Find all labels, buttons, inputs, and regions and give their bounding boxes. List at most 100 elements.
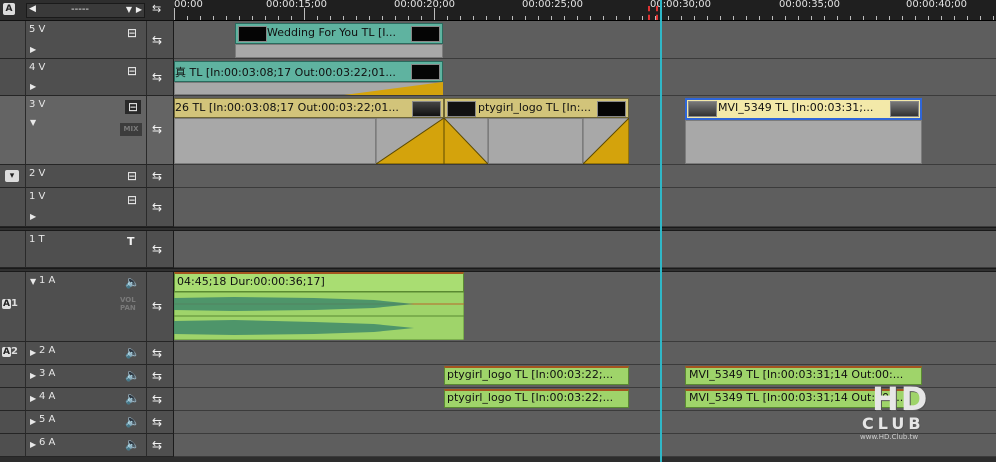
track-5v-header[interactable]: 5 V ▶ ⊟ [26, 21, 147, 59]
sync-lock-icon[interactable]: ⇆ [152, 346, 162, 360]
track-select-dropdown[interactable]: ◀ ----- ▼ ▶ [26, 3, 145, 18]
expand-icon[interactable]: ▶ [30, 348, 36, 357]
track-monitor-icon[interactable]: ⊟ [125, 100, 142, 114]
audio-channel-badge[interactable]: A2 [2, 346, 18, 357]
expand-icon[interactable]: ▶ [30, 417, 36, 426]
expand-icon[interactable]: ▶ [30, 45, 36, 54]
timeline-ruler[interactable]: 00:00 00:00:15;00 00:00:20;00 00:00:25;0… [174, 0, 996, 21]
audio-channel-badge[interactable]: A1 [2, 298, 18, 309]
track-3v-header[interactable]: 3 V ▼ ⊟ MIX [26, 96, 147, 165]
clip-v4[interactable]: 真 TL [In:00:03:08;17 Out:00:03:22;01... [174, 61, 443, 82]
track-1a-patch[interactable]: A1 [0, 272, 26, 342]
track-5v-patch[interactable] [0, 21, 26, 59]
track-6a-header[interactable]: ▶ 6 A 🔈 [26, 434, 147, 457]
track-2a-header[interactable]: ▶ 2 A 🔈 [26, 342, 147, 365]
title-track-icon[interactable]: T [127, 236, 135, 248]
track-6a-sync[interactable]: ⇆ [147, 434, 174, 457]
speaker-icon[interactable]: 🔈 [125, 276, 140, 288]
track-1t-lane[interactable] [174, 231, 996, 268]
expand-icon[interactable]: ▶ [30, 394, 36, 403]
expand-icon[interactable]: ▶ [30, 371, 36, 380]
sync-lock-icon[interactable]: ⇆ [152, 392, 162, 406]
clip-a1[interactable]: 04:45;18 Dur:00:00:36;17] [174, 272, 464, 292]
sync-lock-icon[interactable]: ⇆ [152, 200, 162, 214]
sync-lock-icon[interactable]: ⇆ [152, 415, 162, 429]
clip-v3-main[interactable]: 26 TL [In:00:03:08;17 Out:00:03:22;01... [174, 98, 444, 118]
track-3a-header[interactable]: ▶ 3 A 🔈 [26, 365, 147, 388]
track-1t-header[interactable]: 1 T T [26, 231, 147, 268]
track-2v-sync[interactable]: ⇆ [147, 165, 174, 188]
speaker-icon[interactable]: 🔈 [125, 346, 140, 358]
track-2v-patch[interactable]: ▾ [0, 165, 26, 188]
sync-lock-icon[interactable]: ⇆ [152, 70, 162, 84]
speaker-icon[interactable]: 🔈 [125, 369, 140, 381]
track-3v-sync[interactable]: ⇆ [147, 96, 174, 165]
track-1v-patch[interactable] [0, 188, 26, 227]
track-2a-patch[interactable]: A2 [0, 342, 26, 365]
transition-v3-2[interactable] [583, 118, 629, 164]
transition-wedge-v4[interactable] [344, 82, 443, 95]
track-1v-sync[interactable]: ⇆ [147, 188, 174, 227]
sync-lock-icon[interactable]: ⇆ [152, 369, 162, 383]
speaker-icon[interactable]: 🔈 [125, 415, 140, 427]
track-monitor-icon[interactable]: ⊟ [127, 27, 137, 39]
audio-waveform[interactable] [174, 292, 464, 340]
track-2v-header[interactable]: 2 V ⊟ [26, 165, 147, 188]
expand-icon[interactable]: ▶ [30, 212, 36, 221]
clip-wedding-title[interactable]: Wedding For You TL [I... [235, 23, 443, 44]
track-header-lock-badge[interactable]: A [3, 3, 15, 15]
track-4a-header[interactable]: ▶ 4 A 🔈 [26, 388, 147, 411]
sync-icon[interactable]: ⇆ [152, 2, 161, 15]
playhead-cursor[interactable] [660, 0, 662, 462]
sync-lock-icon[interactable]: ⇆ [152, 122, 162, 136]
sync-lock-icon[interactable]: ⇆ [152, 33, 162, 47]
track-1a-header[interactable]: ▼ 1 A 🔈 VOL PAN [26, 272, 147, 342]
track-monitor-icon[interactable]: ⊟ [127, 194, 137, 206]
track-4v-sync[interactable]: ⇆ [147, 59, 174, 96]
collapse-icon[interactable]: ▼ [30, 118, 36, 127]
track-6a-patch[interactable] [0, 434, 26, 457]
track-monitor-icon[interactable]: ⊟ [127, 170, 137, 182]
track-1t-sync[interactable]: ⇆ [147, 231, 174, 268]
sync-lock-icon[interactable]: ⇆ [152, 438, 162, 452]
track-4a-patch[interactable] [0, 388, 26, 411]
track-3v-patch[interactable] [0, 96, 26, 165]
sync-lock-icon[interactable]: ⇆ [152, 169, 162, 183]
collapse-icon[interactable]: ▼ [30, 277, 36, 286]
clip-v3-mvi-selected[interactable]: MVI_5349 TL [In:00:03:31;... [685, 98, 922, 120]
track-3a-sync[interactable]: ⇆ [147, 365, 174, 388]
track-2a-sync[interactable]: ⇆ [147, 342, 174, 365]
speaker-icon[interactable]: 🔈 [125, 438, 140, 450]
speaker-icon[interactable]: 🔈 [125, 392, 140, 404]
clip-v3-lower-2[interactable] [488, 118, 583, 164]
patch-indicator-icon[interactable]: ▾ [5, 170, 19, 182]
clip-label: MVI_5349 TL [In:00:03:31;... [718, 101, 874, 114]
expand-icon[interactable]: ▶ [30, 440, 36, 449]
clip-wedding-lower[interactable] [235, 44, 443, 58]
track-5a-sync[interactable]: ⇆ [147, 411, 174, 434]
clip-v3-ptygirl[interactable]: ptygirl_logo TL [In:... [444, 98, 629, 118]
sync-lock-icon[interactable]: ⇆ [152, 242, 162, 256]
track-1v-header[interactable]: 1 V ▶ ⊟ [26, 188, 147, 227]
track-3a-patch[interactable] [0, 365, 26, 388]
clip-a3-ptygirl[interactable]: ptygirl_logo TL [In:00:03:22;... [444, 366, 629, 385]
transition-v3-1[interactable] [376, 118, 488, 164]
track-5v-sync[interactable]: ⇆ [147, 21, 174, 59]
track-4v-header[interactable]: 4 V ▶ ⊟ [26, 59, 147, 96]
track-5a-patch[interactable] [0, 411, 26, 434]
track-1a-sync[interactable]: ⇆ [147, 272, 174, 342]
track-monitor-icon[interactable]: ⊟ [127, 65, 137, 77]
in-point-marker[interactable] [648, 6, 658, 20]
clip-a4-ptygirl[interactable]: ptygirl_logo TL [In:00:03:22;... [444, 389, 629, 408]
track-4v-patch[interactable] [0, 59, 26, 96]
track-2a-lane[interactable] [174, 342, 996, 365]
clip-v3-lower-mvi[interactable] [685, 120, 922, 164]
clip-v3-lower-1[interactable] [174, 118, 376, 164]
track-1v-lane[interactable] [174, 188, 996, 227]
track-5a-header[interactable]: ▶ 5 A 🔈 [26, 411, 147, 434]
track-4a-sync[interactable]: ⇆ [147, 388, 174, 411]
sync-lock-icon[interactable]: ⇆ [152, 299, 162, 313]
track-2v-lane[interactable] [174, 165, 996, 188]
track-1t-patch[interactable] [0, 231, 26, 268]
expand-icon[interactable]: ▶ [30, 82, 36, 91]
